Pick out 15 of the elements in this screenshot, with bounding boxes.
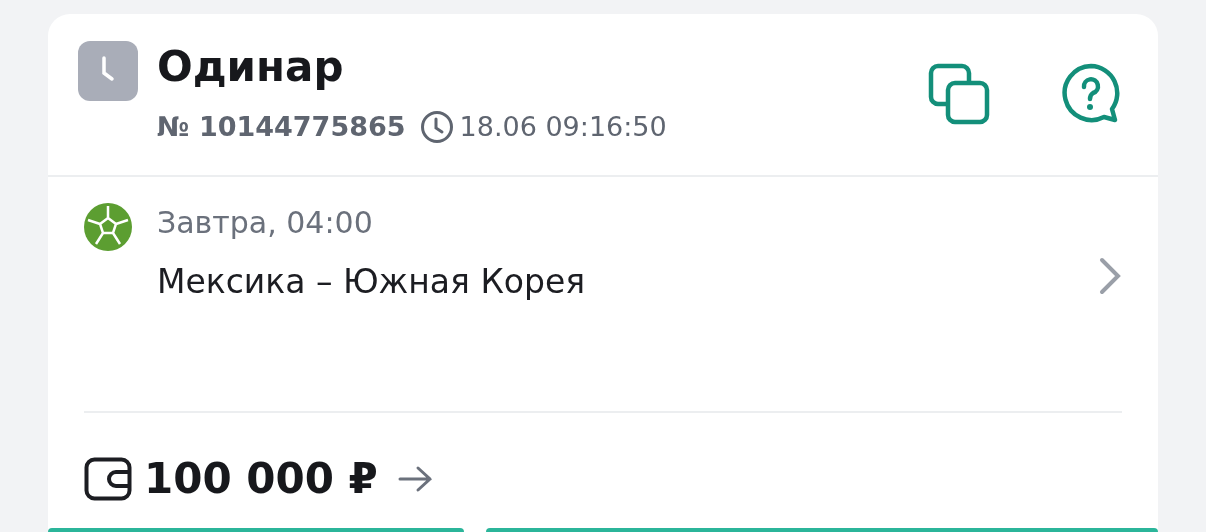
ball-icon xyxy=(84,203,132,251)
event-date: Завтра, 04:00 xyxy=(157,204,374,242)
wallet-icon xyxy=(84,456,132,501)
chevron-icon xyxy=(1098,256,1122,296)
bet-time: 18.06 09:16:50 xyxy=(459,110,667,144)
clock-icon xyxy=(419,110,454,145)
clock-icon xyxy=(78,41,138,101)
arrow-icon xyxy=(397,464,434,493)
bet-number: № 10144775865 xyxy=(157,110,406,144)
copy-icon[interactable] xyxy=(928,63,990,125)
stake-amount: 100 000 ₽ xyxy=(144,453,378,505)
match-name: Мексика – Южная Корея xyxy=(157,261,587,303)
bet-title: Одинар xyxy=(157,41,345,93)
help-icon[interactable] xyxy=(1060,63,1122,125)
event-row[interactable]: Завтра, 04:00 Мексика – Южная Корея xyxy=(84,177,1122,413)
